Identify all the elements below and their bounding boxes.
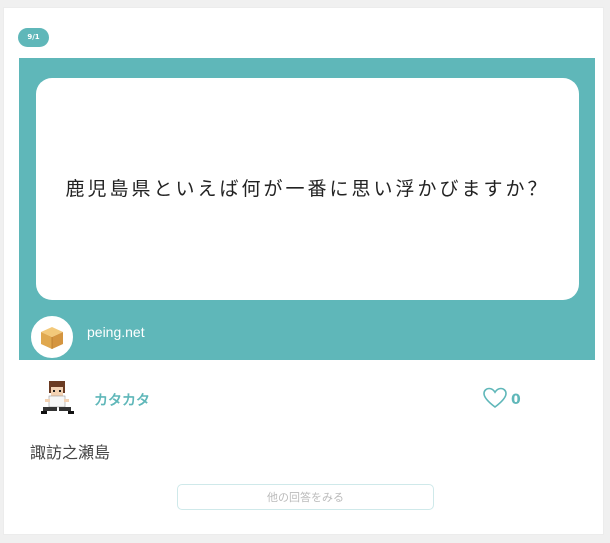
more-answers-button[interactable]: 他の回答をみる bbox=[177, 484, 434, 510]
pixel-character-icon[interactable] bbox=[37, 377, 77, 419]
like-button[interactable]: 0 bbox=[483, 387, 521, 413]
answer-text: 諏訪之瀬島 bbox=[30, 443, 111, 462]
like-count: 0 bbox=[511, 392, 521, 408]
question-box: 鹿児島県といえば何が一番に思い浮かびますか？ bbox=[36, 78, 579, 300]
question-panel: 鹿児島県といえば何が一番に思い浮かびますか？ peing.net bbox=[19, 58, 595, 360]
question-text: 鹿児島県といえば何が一番に思い浮かびますか？ bbox=[65, 178, 550, 200]
site-label: peing.net bbox=[87, 324, 145, 340]
cardboard-box-icon bbox=[31, 316, 73, 358]
answerer-name[interactable]: カタカタ bbox=[94, 390, 150, 410]
heart-outline-icon[interactable] bbox=[483, 387, 507, 413]
answer-card: 9/1 鹿児島県といえば何が一番に思い浮かびますか？ peing.net カタカ… bbox=[3, 7, 604, 535]
date-badge: 9/1 bbox=[18, 28, 49, 47]
